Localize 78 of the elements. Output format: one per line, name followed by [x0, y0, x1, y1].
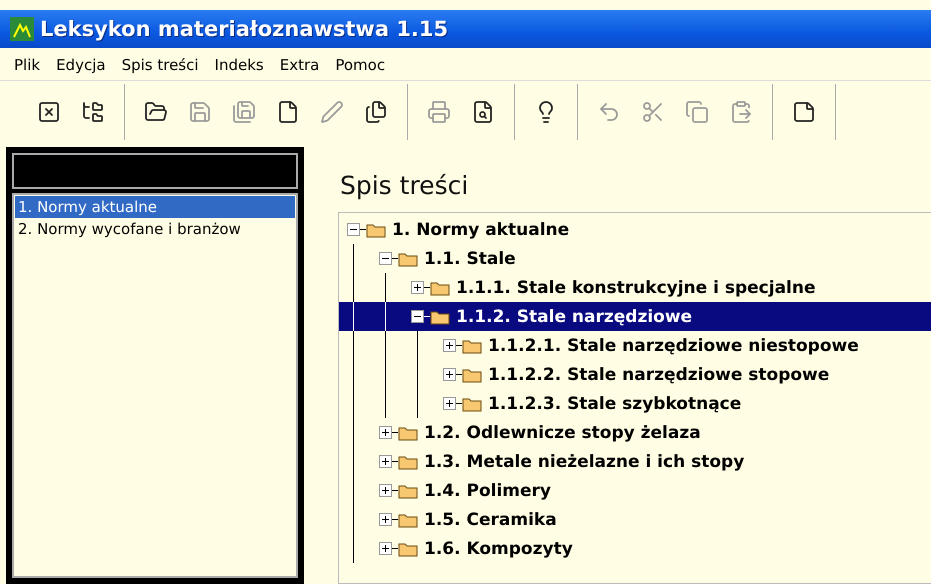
- menu-item[interactable]: Spis treści: [114, 56, 207, 74]
- expand-icon[interactable]: [379, 455, 392, 468]
- folder-icon: [430, 280, 450, 296]
- tree-row[interactable]: 1.5. Ceramika: [339, 505, 931, 534]
- folder-icon: [398, 454, 418, 470]
- tree-row[interactable]: 1.1. Stale: [339, 244, 931, 273]
- menu-item[interactable]: Indeks: [206, 56, 272, 74]
- collapse-icon[interactable]: [411, 310, 424, 323]
- tree-item-label: 1.5. Ceramika: [424, 510, 557, 530]
- folder-icon: [398, 540, 418, 556]
- documents-button[interactable]: [363, 99, 389, 125]
- tree-row[interactable]: 1. Normy aktualne: [339, 215, 931, 244]
- tree-row[interactable]: 1.1.2.1. Stale narzędziowe niestopowe: [339, 331, 931, 360]
- menu-item[interactable]: Pomoc: [327, 56, 394, 74]
- folder-tree-icon: [81, 100, 105, 124]
- folder-icon: [430, 308, 450, 324]
- folder-icon: [398, 424, 418, 440]
- tree-row[interactable]: 1.1.2. Stale narzędziowe: [339, 302, 931, 331]
- expand-icon[interactable]: [443, 339, 456, 352]
- menu-item[interactable]: Extra: [272, 56, 328, 74]
- tree-row[interactable]: 1.3. Metale nieżelazne i ich stopy: [339, 447, 931, 476]
- folder-icon: [398, 482, 418, 498]
- folder-icon: [462, 396, 482, 412]
- menu-item[interactable]: Plik: [6, 56, 48, 74]
- app-icon: [10, 17, 34, 41]
- print-preview-icon: [471, 100, 495, 124]
- close-button[interactable]: [36, 99, 62, 125]
- list-item[interactable]: 2. Normy wycofane i branżow: [15, 218, 295, 240]
- collapse-icon[interactable]: [379, 252, 392, 265]
- folder-icon: [366, 222, 386, 238]
- paste-icon: [729, 100, 753, 124]
- menu-item[interactable]: Edycja: [48, 56, 114, 74]
- tree-item-label: 1. Normy aktualne: [392, 220, 570, 240]
- new-document-icon: [276, 100, 300, 124]
- tree-item-label: 1.3. Metale nieżelazne i ich stopy: [424, 452, 744, 472]
- save-all-icon: [232, 100, 256, 124]
- undo-icon: [597, 100, 621, 124]
- expand-icon[interactable]: [379, 484, 392, 497]
- tree-item-label: 1.1.2. Stale narzędziowe: [456, 306, 692, 326]
- note-button[interactable]: [791, 99, 817, 125]
- tree-row[interactable]: 1.2. Odlewnicze stopy żelaza: [339, 418, 931, 447]
- folder-icon: [462, 366, 482, 382]
- folder-icon: [462, 338, 482, 354]
- tree-item-label: 1.1. Stale: [424, 248, 516, 268]
- expand-icon[interactable]: [379, 426, 392, 439]
- tree-item-label: 1.4. Polimery: [424, 480, 551, 500]
- tree-item-label: 1.1.2.1. Stale narzędziowe niestopowe: [488, 336, 859, 356]
- tree-item-label: 1.1.2.2. Stale narzędziowe stopowe: [488, 364, 830, 384]
- tree-item-label: 1.6. Kompozyty: [424, 538, 573, 558]
- tree-item-label: 1.1.1. Stale konstrukcyjne i specjalne: [456, 278, 816, 298]
- tree-item-label: 1.2. Odlewnicze stopy żelaza: [424, 422, 701, 442]
- collapse-icon[interactable]: [347, 223, 360, 236]
- expand-icon[interactable]: [443, 397, 456, 410]
- folder-icon: [398, 512, 418, 528]
- documents-icon: [364, 100, 388, 124]
- content-heading: Spis treści: [340, 171, 470, 200]
- save-icon: [188, 100, 212, 124]
- expand-icon[interactable]: [379, 513, 392, 526]
- window-title: Leksykon materiałoznawstwa 1.15: [40, 17, 448, 41]
- note-icon: [792, 100, 816, 124]
- open-folder-icon: [144, 100, 168, 124]
- tree-row[interactable]: 1.1.2.2. Stale narzędziowe stopowe: [339, 360, 931, 389]
- folder-tree-button[interactable]: [80, 99, 106, 125]
- cut-icon: [641, 100, 665, 124]
- tree-item-label: 1.1.2.3. Stale szybkotnące: [488, 394, 742, 414]
- tree-row[interactable]: 1.1.2.3. Stale szybkotnące: [339, 389, 931, 418]
- list-item[interactable]: 1. Normy aktualne: [15, 196, 295, 218]
- search-field[interactable]: [12, 153, 298, 189]
- tree-row[interactable]: 1.4. Polimery: [339, 476, 931, 505]
- expand-icon[interactable]: [379, 542, 392, 555]
- folder-icon: [398, 250, 418, 266]
- tree-row[interactable]: 1.6. Kompozyty: [339, 534, 931, 563]
- expand-icon[interactable]: [443, 368, 456, 381]
- pen-icon: [320, 100, 344, 124]
- print-icon: [427, 100, 451, 124]
- close-icon: [37, 100, 61, 124]
- copy-icon: [685, 100, 709, 124]
- expand-icon[interactable]: [411, 281, 424, 294]
